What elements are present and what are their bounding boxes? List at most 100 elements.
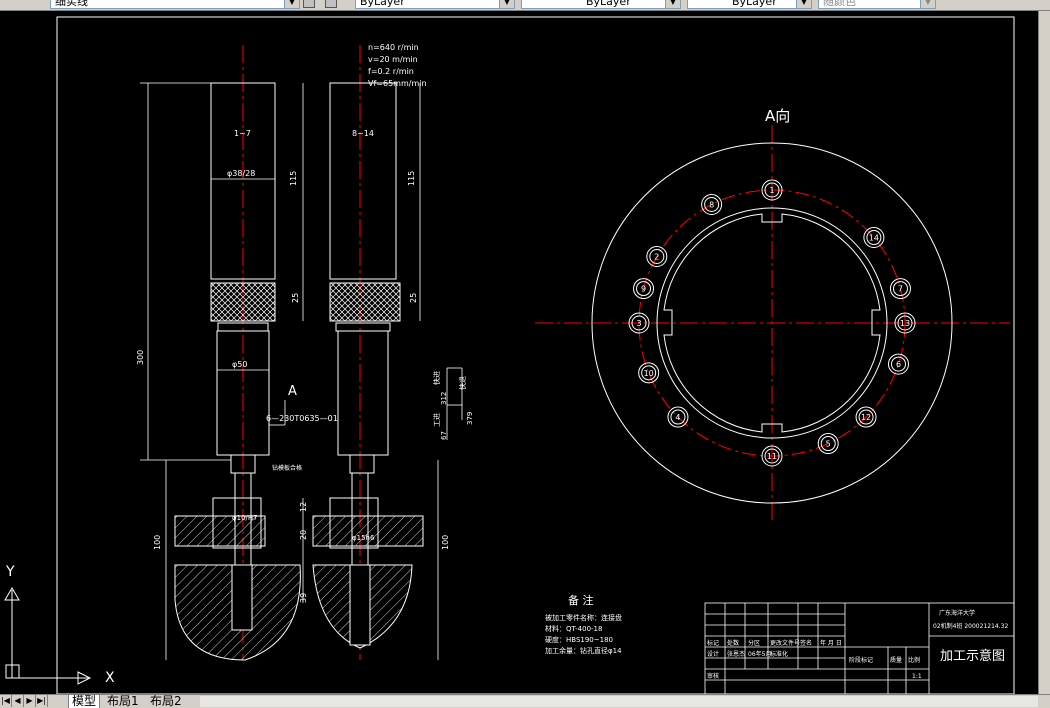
bolt-hole: 3 xyxy=(628,312,650,334)
notes-title: 备 注 xyxy=(568,593,594,607)
drawing-name: 加工示意图 xyxy=(940,648,1005,664)
properties-toolbar: 细实线 ▼ ByLayer ▼ ByLayer ▼ ByLayer ▼ 随颜色 … xyxy=(0,0,1050,11)
linetype-dropdown[interactable]: ByLayer ▼ xyxy=(521,0,681,9)
bolt-hole-label: 14 xyxy=(869,234,879,243)
bolt-hole-label: 13 xyxy=(900,319,910,328)
dim-25-a: 25 xyxy=(291,293,300,303)
layer-dropdown[interactable]: 细实线 ▼ xyxy=(50,0,300,9)
lineweight-value: ByLayer xyxy=(732,0,777,8)
bolt-hole: 1 xyxy=(761,179,783,201)
cell-designer: 张恩杰 xyxy=(727,650,745,658)
bolt-hole-label: 9 xyxy=(641,285,646,294)
tab-model[interactable]: 模型 xyxy=(68,695,101,708)
bolt-hole-label: 5 xyxy=(826,440,831,449)
feed-label-3: 工进 xyxy=(433,413,441,427)
make-current-layer-icon[interactable] xyxy=(303,0,315,8)
tool-1-label: 1~7 xyxy=(234,129,251,138)
bolt-hole-label: 4 xyxy=(675,413,680,422)
feed-label-2: 312 xyxy=(440,392,448,405)
notes-block: 备 注 被加工零件名称：连接盘 材料：QT-400-18 硬度：HBS190~1… xyxy=(545,593,622,655)
bolt-hole: 9 xyxy=(633,278,655,300)
notes-line-3: 硬度：HBS190~180 xyxy=(545,635,613,644)
chevron-down-icon[interactable]: ▼ xyxy=(284,0,299,8)
cell-change-doc: 更改文件号 xyxy=(770,639,800,647)
bolt-hole-label: 11 xyxy=(767,452,777,461)
feed-label-6: 379 xyxy=(466,412,474,425)
drill-note: 钻模板合格 xyxy=(272,464,302,472)
lineweight-dropdown[interactable]: ByLayer ▼ xyxy=(687,0,812,9)
ucs-x-label: X xyxy=(105,670,115,686)
dim-hole-b: φ15h6 xyxy=(352,534,375,542)
tool-2-label: 8~14 xyxy=(352,129,374,138)
last-tab-icon[interactable]: ▶| xyxy=(36,695,48,707)
cell-design-date: 06年5月 xyxy=(748,650,771,658)
param-n: n=640 r/min xyxy=(368,43,419,52)
param-f: f=0.2 r/min xyxy=(368,67,414,76)
tab-layout1[interactable]: 布局1 xyxy=(104,695,142,708)
tool-1-knurl xyxy=(210,282,276,322)
ucs-y-label: Y xyxy=(5,564,15,580)
bolt-hole: 10 xyxy=(638,362,660,384)
tool-2-shank xyxy=(329,82,397,280)
dim-39: 39 xyxy=(299,593,308,603)
chevron-down-icon[interactable]: ▼ xyxy=(920,0,935,8)
dim-100-a: 100 xyxy=(153,535,162,550)
first-tab-icon[interactable]: |◀ xyxy=(0,695,12,707)
ucs-icon xyxy=(4,587,92,685)
bolt-hole-label: 8 xyxy=(709,200,714,209)
dim-hole-a: φ10/H7 xyxy=(232,514,258,522)
tool-group xyxy=(174,82,424,661)
feed-label-4: 67 xyxy=(440,431,448,440)
view-title: A向 xyxy=(765,107,790,125)
chevron-down-icon[interactable]: ▼ xyxy=(499,0,514,8)
plotstyle-dropdown[interactable]: 随颜色 ▼ xyxy=(818,0,936,9)
cell-count: 处数 xyxy=(727,639,739,647)
chevron-down-icon[interactable]: ▼ xyxy=(665,0,680,8)
layer-previous-icon[interactable] xyxy=(325,0,337,8)
cell-ratio: 比例 xyxy=(908,656,920,664)
cell-mass: 质量 xyxy=(890,656,902,664)
bolt-hole: 8 xyxy=(701,193,723,215)
feed-label-1: 快进 xyxy=(432,371,441,385)
cell-zone: 分区 xyxy=(748,639,760,647)
color-dropdown[interactable]: ByLayer ▼ xyxy=(355,0,515,9)
bolt-hole: 12 xyxy=(855,406,877,428)
school-name: 广东海洋大学 xyxy=(939,609,975,617)
bolt-hole: 7 xyxy=(889,278,911,300)
prev-tab-icon[interactable]: ◀ xyxy=(12,695,24,707)
layout-tab-bar: |◀ ◀ ▶ ▶| 模型 布局1 布局2 xyxy=(0,694,1050,708)
bolt-hole: 13 xyxy=(894,312,916,334)
plotstyle-value: 随颜色 xyxy=(823,0,856,8)
bolt-hole-label: 2 xyxy=(654,253,659,262)
bolt-hole-label: 12 xyxy=(861,413,871,422)
bolt-hole-label: 7 xyxy=(898,285,903,294)
dim-25-b: 25 xyxy=(409,293,418,303)
dim-115-a: 115 xyxy=(289,171,298,186)
dim-100-b: 100 xyxy=(441,535,450,550)
linetype-value: ByLayer xyxy=(586,0,631,8)
cell-mark: 标记 xyxy=(707,639,719,647)
dim-dia-50: φ50 xyxy=(232,360,247,369)
drawing-canvas[interactable]: n=640 r/min v=20 m/min f=0.2 r/min Vf=65… xyxy=(0,11,1038,695)
bolt-hole-label: 10 xyxy=(644,369,654,378)
param-v: v=20 m/min xyxy=(368,55,418,64)
notes-line-2: 材料：QT-400-18 xyxy=(545,624,602,633)
drawing-svg: n=640 r/min v=20 m/min f=0.2 r/min Vf=65… xyxy=(4,16,1015,695)
cell-stage: 阶段标记 xyxy=(849,656,873,664)
bolt-hole-label: 1 xyxy=(769,186,774,195)
bolt-hole: 2 xyxy=(646,246,668,267)
vertical-scrollbar[interactable] xyxy=(1038,11,1050,694)
bolt-hole: 11 xyxy=(761,445,783,467)
cell-review: 审核 xyxy=(707,672,719,680)
tab-layout2[interactable]: 布局2 xyxy=(147,695,185,708)
bolt-hole: 5 xyxy=(817,433,839,455)
next-tab-icon[interactable]: ▶ xyxy=(24,695,36,707)
view-arrow-label: A xyxy=(288,384,297,399)
bolt-hole: 4 xyxy=(667,406,689,428)
notes-line-1: 被加工零件名称：连接盘 xyxy=(545,613,622,622)
horizontal-scrollbar[interactable] xyxy=(200,696,1038,707)
param-vf: Vf=65mm/min xyxy=(368,79,427,88)
dim-dia-38: φ38/28 xyxy=(227,169,255,178)
bolt-hole-label: 6 xyxy=(896,360,901,369)
chevron-down-icon[interactable]: ▼ xyxy=(796,0,811,8)
